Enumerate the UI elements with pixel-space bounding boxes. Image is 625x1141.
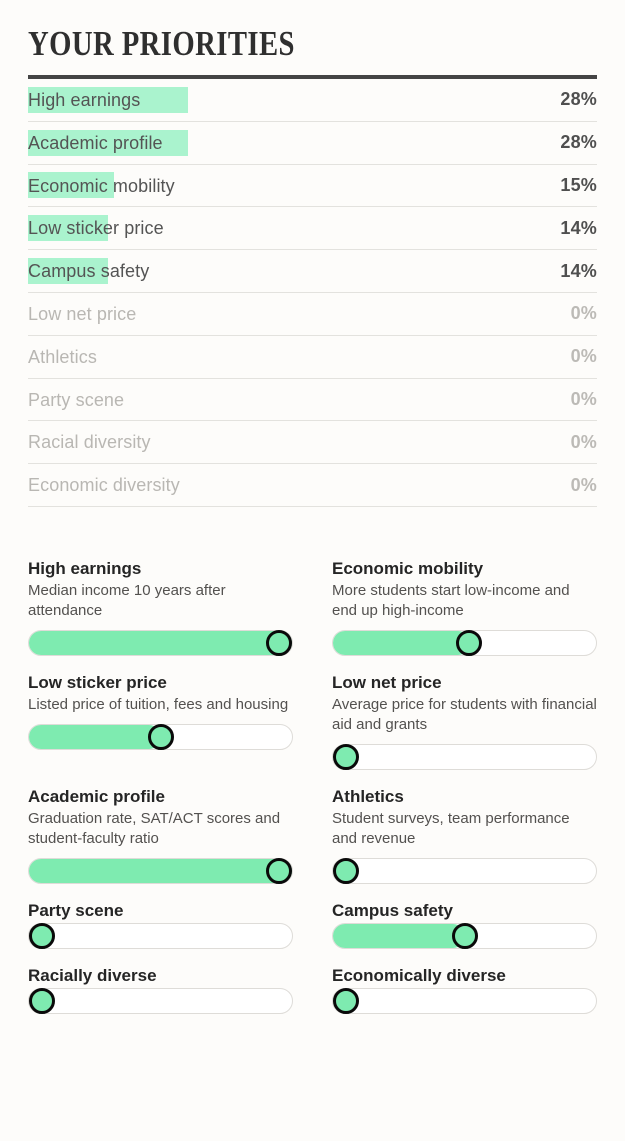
slider-thumb[interactable] [452, 923, 478, 949]
slider-grid: High earningsMedian income 10 years afte… [28, 559, 597, 1031]
slider-thumb[interactable] [266, 630, 292, 656]
priority-list: High earnings28%Academic profile28%Econo… [28, 79, 597, 507]
page-title: YOUR PRIORITIES [28, 0, 495, 61]
slider-track[interactable] [332, 988, 597, 1014]
priority-row[interactable]: Economic mobility15% [28, 165, 597, 208]
priority-row[interactable]: Athletics0% [28, 336, 597, 379]
slider-cell: Party scene [28, 901, 293, 966]
slider-cell: High earningsMedian income 10 years afte… [28, 559, 293, 673]
priority-label: Low net price [28, 293, 571, 336]
slider-thumb[interactable] [266, 858, 292, 884]
slider-title: Academic profile [28, 787, 293, 807]
priority-value: 0% [571, 475, 597, 496]
slider-title: Campus safety [332, 901, 597, 921]
priority-label: Athletics [28, 336, 571, 379]
slider-thumb[interactable] [456, 630, 482, 656]
slider-track[interactable] [332, 923, 597, 949]
priority-label-wrap: Low sticker price [28, 207, 560, 249]
priority-value: 14% [560, 218, 597, 239]
slider-title: Economically diverse [332, 966, 597, 986]
slider-fill [29, 859, 292, 883]
slider-thumb[interactable] [29, 988, 55, 1014]
slider-thumb[interactable] [148, 724, 174, 750]
slider-thumb[interactable] [29, 923, 55, 949]
slider-cell: Campus safety [332, 901, 597, 966]
priority-row[interactable]: Low sticker price14% [28, 207, 597, 250]
priority-value: 0% [571, 432, 597, 453]
slider-title: Low sticker price [28, 673, 293, 693]
priority-row[interactable]: Campus safety14% [28, 250, 597, 293]
slider-track[interactable] [28, 630, 293, 656]
slider-title: High earnings [28, 559, 293, 579]
slider-track[interactable] [28, 988, 293, 1014]
priority-label-wrap: Economic diversity [28, 464, 571, 506]
slider-fill [29, 631, 292, 655]
slider-cell: AthleticsStudent surveys, team performan… [332, 787, 597, 901]
slider-track[interactable] [28, 724, 293, 750]
slider-track[interactable] [28, 858, 293, 884]
priority-value: 0% [571, 303, 597, 324]
priority-label-wrap: Campus safety [28, 250, 560, 292]
slider-description: Listed price of tuition, fees and housin… [28, 695, 293, 715]
priority-value: 15% [560, 175, 597, 196]
slider-track[interactable] [28, 923, 293, 949]
slider-track[interactable] [332, 744, 597, 770]
priority-label: Economic diversity [28, 464, 571, 507]
priority-label: Racial diversity [28, 421, 571, 464]
slider-cell: Low sticker priceListed price of tuition… [28, 673, 293, 787]
priority-row[interactable]: High earnings28% [28, 79, 597, 122]
slider-track[interactable] [332, 858, 597, 884]
priority-label: Low sticker price [28, 207, 560, 250]
slider-title: Athletics [332, 787, 597, 807]
priority-label-wrap: Academic profile [28, 122, 560, 164]
slider-thumb[interactable] [333, 988, 359, 1014]
slider-fill [29, 725, 161, 749]
slider-thumb[interactable] [333, 744, 359, 770]
priority-value: 28% [560, 132, 597, 153]
slider-description: Graduation rate, SAT/ACT scores and stud… [28, 809, 293, 849]
slider-cell: Racially diverse [28, 966, 293, 1031]
slider-cell: Economically diverse [332, 966, 597, 1031]
priority-row[interactable]: Party scene0% [28, 379, 597, 422]
priority-label-wrap: Party scene [28, 379, 571, 421]
priority-row[interactable]: Racial diversity0% [28, 421, 597, 464]
slider-cell: Academic profileGraduation rate, SAT/ACT… [28, 787, 293, 901]
slider-title: Racially diverse [28, 966, 293, 986]
priority-label-wrap: Economic mobility [28, 165, 560, 207]
priority-value: 14% [560, 261, 597, 282]
slider-thumb[interactable] [333, 858, 359, 884]
priority-label: High earnings [28, 79, 560, 122]
priority-label: Economic mobility [28, 165, 560, 208]
priority-label: Party scene [28, 379, 571, 422]
slider-title: Economic mobility [332, 559, 597, 579]
priority-row[interactable]: Academic profile28% [28, 122, 597, 165]
priority-label-wrap: Racial diversity [28, 421, 571, 463]
priority-label: Academic profile [28, 122, 560, 165]
priority-label-wrap: Athletics [28, 336, 571, 378]
priority-value: 0% [571, 346, 597, 367]
slider-title: Party scene [28, 901, 293, 921]
slider-cell: Low net priceAverage price for students … [332, 673, 597, 787]
slider-cell: Economic mobilityMore students start low… [332, 559, 597, 673]
priority-row[interactable]: Economic diversity0% [28, 464, 597, 507]
priority-label-wrap: High earnings [28, 79, 560, 121]
slider-fill [333, 924, 465, 948]
priorities-page: YOUR PRIORITIES High earnings28%Academic… [0, 0, 625, 1031]
slider-fill [333, 631, 470, 655]
slider-track[interactable] [332, 630, 597, 656]
slider-title: Low net price [332, 673, 597, 693]
priority-value: 28% [560, 89, 597, 110]
slider-description: More students start low-income and end u… [332, 581, 597, 621]
priority-value: 0% [571, 389, 597, 410]
slider-description: Student surveys, team performance and re… [332, 809, 597, 849]
slider-description: Median income 10 years after attendance [28, 581, 293, 621]
priority-row[interactable]: Low net price0% [28, 293, 597, 336]
priority-label: Campus safety [28, 250, 560, 293]
slider-description: Average price for students with financia… [332, 695, 597, 735]
priority-label-wrap: Low net price [28, 293, 571, 335]
